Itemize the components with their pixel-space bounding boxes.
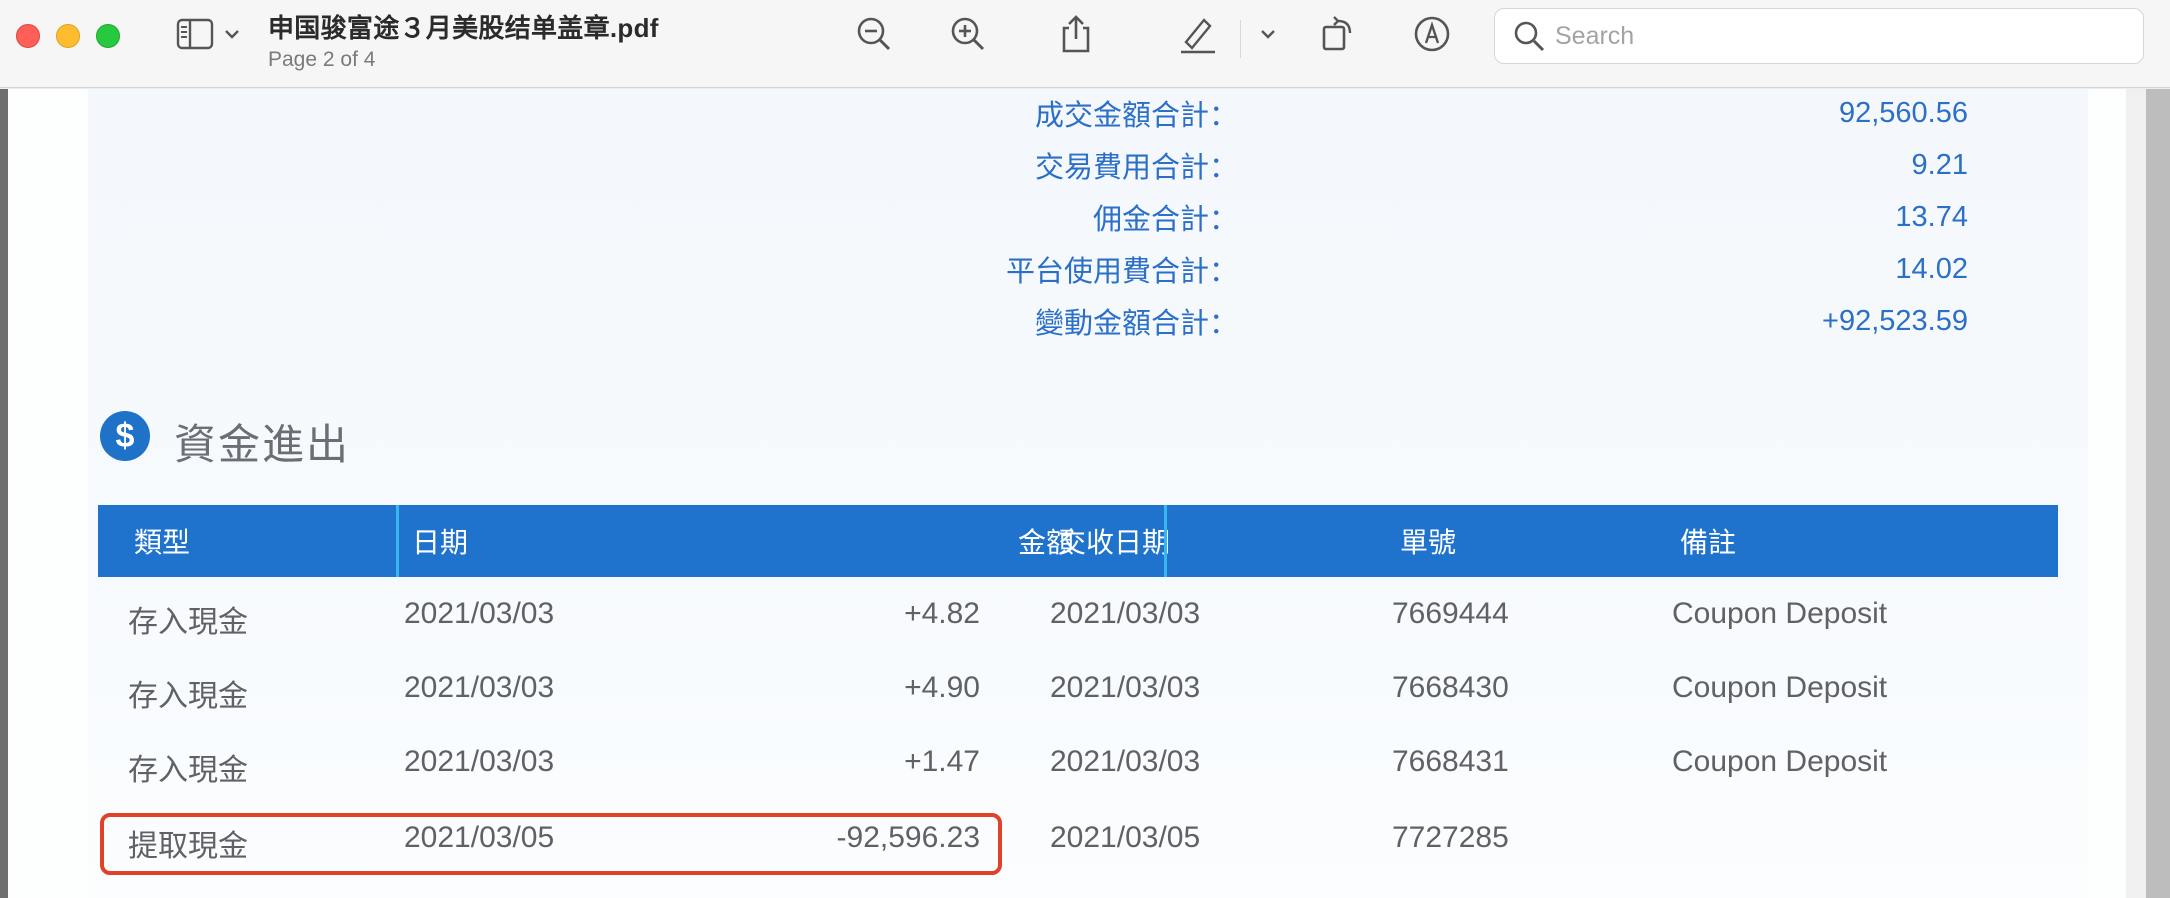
table-header: 類型 日期 金額 交收日期 單號 備註 (98, 505, 2058, 577)
summary-label: 變動金額合計： (1034, 308, 1238, 340)
dollar-icon: $ (100, 411, 150, 461)
cell-date: 2021/03/03 (404, 745, 555, 778)
zoom-in-button[interactable] (946, 14, 990, 58)
toolbar-separator (1240, 20, 1241, 58)
cell-remark: Coupon Deposit (1672, 671, 1888, 704)
cell-ref-no: 7727285 (1392, 821, 1509, 854)
cell-ref-no: 7668430 (1392, 671, 1509, 704)
cell-remark: Coupon Deposit (1672, 745, 1888, 778)
summary-row: 變動金額合計： +92,523.59 (8, 301, 2126, 341)
cell-settle-date: 2021/03/05 (1050, 821, 1201, 854)
page-indicator: Page 2 of 4 (268, 48, 376, 71)
minimize-window-button[interactable] (56, 24, 80, 48)
zoom-in-icon (950, 16, 986, 57)
cell-date: 2021/03/03 (404, 597, 555, 630)
column-header: 單號 (1400, 527, 1457, 558)
cell-amount: +4.82 (904, 597, 980, 630)
markup-icon (1413, 15, 1451, 58)
search-icon (1513, 20, 1545, 52)
share-icon (1059, 14, 1093, 59)
chevron-down-icon (224, 27, 240, 45)
zoom-out-button[interactable] (852, 14, 896, 58)
document-viewport[interactable]: 成交金額合計： 92,560.56 交易費用合計： 9.21 佣金合計： 13.… (0, 89, 2170, 898)
section-title: 資金進出 (174, 421, 351, 468)
chevron-down-icon (1260, 27, 1276, 45)
summary-label: 佣金合計： (1092, 204, 1238, 236)
cell-remark: Coupon Deposit (1672, 597, 1888, 630)
cell-amount: +1.47 (904, 745, 980, 778)
close-window-button[interactable] (16, 24, 40, 48)
column-header: 金額 (1017, 527, 1074, 558)
zoom-out-icon (856, 16, 892, 57)
highlight-annotation (100, 813, 1002, 875)
cell-type: 存入現金 (128, 680, 248, 713)
summary-row: 平台使用費合計： 14.02 (8, 249, 2126, 289)
highlight-options-button[interactable] (1246, 14, 1290, 58)
cell-settle-date: 2021/03/03 (1050, 671, 1201, 704)
sidebar-toggle-button[interactable] (176, 18, 244, 54)
toolbar: 申国骏富途３月美股结单盖章.pdf Page 2 of 4 Search (0, 0, 2170, 88)
column-divider (1164, 505, 1167, 577)
column-header: 備註 (1680, 527, 1737, 558)
summary-value: +92,523.59 (1822, 304, 1968, 337)
cell-settle-date: 2021/03/03 (1050, 597, 1201, 630)
summary-value: 9.21 (1911, 148, 1968, 181)
cell-ref-no: 7668431 (1392, 745, 1509, 778)
zoom-window-button[interactable] (96, 24, 120, 48)
highlight-button[interactable] (1176, 14, 1220, 58)
page-gutter (2126, 89, 2146, 898)
column-header: 類型 (134, 527, 191, 558)
summary-row: 成交金額合計： 92,560.56 (8, 93, 2126, 133)
cell-ref-no: 7669444 (1392, 597, 1509, 630)
summary-label: 成交金額合計： (1034, 100, 1238, 132)
document-title: 申国骏富途３月美股结单盖章.pdf (268, 13, 659, 43)
sidebar-icon (176, 18, 214, 55)
cell-amount: +4.90 (904, 671, 980, 704)
markup-button[interactable] (1410, 14, 1454, 58)
summary-row: 交易費用合計： 9.21 (8, 145, 2126, 185)
column-divider (396, 505, 399, 577)
summary-value: 92,560.56 (1838, 96, 1968, 129)
cell-type: 存入現金 (128, 606, 248, 639)
cell-settle-date: 2021/03/03 (1050, 745, 1201, 778)
summary-value: 13.74 (1895, 200, 1968, 233)
summary-value: 14.02 (1895, 252, 1968, 285)
share-button[interactable] (1054, 14, 1098, 58)
summary-label: 平台使用費合計： (1005, 256, 1238, 288)
column-header: 交收日期 (1058, 527, 1171, 558)
pdf-page: 成交金額合計： 92,560.56 交易費用合計： 9.21 佣金合計： 13.… (8, 89, 2126, 898)
highlighter-icon (1178, 14, 1218, 59)
rotate-icon (1320, 15, 1356, 58)
cell-date: 2021/03/03 (404, 671, 555, 704)
rotate-button[interactable] (1316, 14, 1360, 58)
search-field[interactable]: Search (1494, 8, 2144, 64)
cell-type: 存入現金 (128, 754, 248, 787)
summary-label: 交易費用合計： (1034, 152, 1238, 184)
title-block: 申国骏富途３月美股结单盖章.pdf Page 2 of 4 (268, 8, 659, 72)
search-input[interactable]: Search (1555, 22, 1634, 51)
vertical-scrollbar[interactable] (2146, 89, 2170, 898)
column-header: 日期 (412, 527, 469, 558)
summary-row: 佣金合計： 13.74 (8, 197, 2126, 237)
